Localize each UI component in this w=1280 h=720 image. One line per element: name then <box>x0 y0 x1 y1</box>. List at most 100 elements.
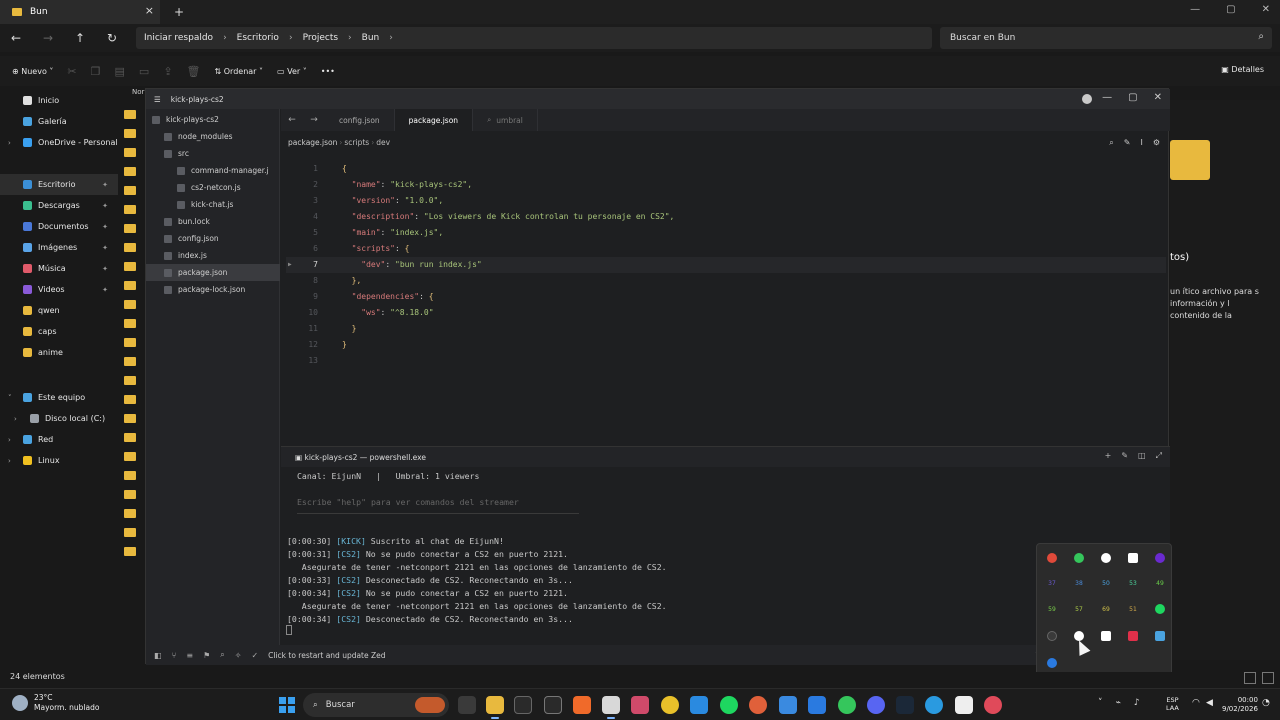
temperature-tray-icon[interactable]: 51 <box>1120 596 1146 622</box>
search-icon[interactable]: ⌕ <box>220 650 224 660</box>
app-icon[interactable] <box>955 696 973 714</box>
breadcrumb-item[interactable]: Projects <box>303 33 338 43</box>
epic-tray-icon[interactable] <box>1093 623 1119 649</box>
temperature-tray-icon[interactable]: 37 <box>1039 570 1065 596</box>
volume-icon[interactable]: ◀ <box>1206 698 1213 708</box>
breadcrumb-item[interactable]: scripts <box>344 138 369 147</box>
code-line[interactable]: 3 "version": "1.0.0", <box>286 193 1166 209</box>
share-icon[interactable]: ⇪ <box>163 65 172 78</box>
code-line[interactable]: 9 "dependencies": { <box>286 289 1166 305</box>
pin-icon[interactable]: ✦ <box>102 223 108 231</box>
language-indicator[interactable]: ESP LAA <box>1166 696 1179 712</box>
chrome-tray-icon[interactable] <box>1039 545 1065 571</box>
maximize-icon[interactable]: ▢ <box>1226 4 1235 15</box>
nav-item-caps[interactable]: caps <box>0 321 118 342</box>
file-explorer-icon[interactable] <box>486 696 504 719</box>
breadcrumb-item[interactable]: package.json <box>288 138 337 147</box>
nav-item-inicio[interactable]: Inicio <box>0 90 118 111</box>
code-line[interactable]: 5 "main": "index.js", <box>286 225 1166 241</box>
new-button[interactable]: ⊕ Nuevo ˅ <box>12 67 53 76</box>
git-icon[interactable]: ⑂ <box>172 651 177 660</box>
temperature-tray-icon[interactable]: 53 <box>1120 570 1146 596</box>
code-line[interactable]: 6 "scripts": { <box>286 241 1166 257</box>
debug-icon[interactable]: ⚑ <box>203 651 210 660</box>
tree-item-file[interactable]: kick-chat.js <box>146 196 280 213</box>
temperature-tray-icon[interactable]: 57 <box>1066 596 1092 622</box>
breadcrumb-item[interactable]: Escritorio <box>237 33 279 43</box>
tree-item-folder[interactable]: src <box>146 145 280 162</box>
spotify-tray-icon[interactable] <box>1147 596 1173 622</box>
tree-item-file-selected[interactable]: package.json <box>146 264 280 281</box>
add-terminal-icon[interactable]: + <box>1105 451 1112 461</box>
settings-icon[interactable]: ⚙ <box>1153 138 1160 148</box>
tree-item-folder[interactable]: node_modules <box>146 128 280 145</box>
terminal-icon[interactable] <box>514 696 532 714</box>
tab-package-json[interactable]: package.json <box>394 109 474 131</box>
tab-config-json[interactable]: config.json <box>325 109 395 131</box>
breadcrumb-item[interactable]: dev <box>376 138 390 147</box>
nav-item-red[interactable]: › Red <box>0 429 118 450</box>
tree-item-file[interactable]: command-manager.j <box>146 162 280 179</box>
up-icon[interactable]: ↑ <box>64 31 96 45</box>
code-line[interactable]: 8 }, <box>286 273 1166 289</box>
code-line[interactable]: 11 } <box>286 321 1166 337</box>
close-tab-icon[interactable]: × <box>145 4 154 17</box>
tiles-view-icon[interactable] <box>1262 672 1274 684</box>
nav-back-icon[interactable]: ← <box>288 115 296 125</box>
steam-icon[interactable] <box>896 696 914 714</box>
project-name[interactable]: kick-plays-cs2 <box>171 95 224 104</box>
tree-item-file[interactable]: config.json <box>146 230 280 247</box>
tree-item-file[interactable]: index.js <box>146 247 280 264</box>
rename-icon[interactable]: ▭ <box>139 65 149 78</box>
run-arrow-icon[interactable]: ▶ <box>288 257 292 273</box>
nav-item-escritorio[interactable]: Escritorio ✦ <box>0 174 118 195</box>
start-button[interactable] <box>279 697 295 713</box>
tab-umbral[interactable]: ⌕ umbral <box>473 109 538 131</box>
close-window-icon[interactable]: ✕ <box>1154 92 1162 103</box>
app-icon[interactable] <box>925 696 943 714</box>
temperature-tray-icon[interactable]: 38 <box>1066 570 1092 596</box>
spotify-icon[interactable] <box>720 696 738 714</box>
code-line[interactable]: 13 <box>286 353 1166 369</box>
extensions-icon[interactable]: ✧ <box>235 651 242 660</box>
pin-icon[interactable]: ✦ <box>102 181 108 189</box>
more-icon[interactable]: ••• <box>321 67 335 76</box>
pin-icon[interactable]: ✦ <box>102 244 108 252</box>
nav-item-onedrive[interactable]: › OneDrive - Personal <box>0 132 118 153</box>
split-icon[interactable]: ◫ <box>1138 451 1146 461</box>
nav-item-documentos[interactable]: Documentos ✦ <box>0 216 118 237</box>
chrome-icon[interactable] <box>661 696 679 714</box>
app-tray-icon[interactable] <box>1147 623 1173 649</box>
breadcrumb-item[interactable]: Iniciar respaldo <box>144 33 213 43</box>
app-tray-icon[interactable] <box>1147 545 1173 571</box>
nav-item-linux[interactable]: › Linux <box>0 450 118 471</box>
assist-icon[interactable]: ✎ <box>1124 138 1131 148</box>
assist-icon[interactable]: ✎ <box>1121 451 1128 461</box>
check-icon[interactable]: ✓ <box>251 651 258 660</box>
update-status[interactable]: Click to restart and update Zed <box>268 651 385 660</box>
explorer-search-input[interactable]: Buscar en Bun ⌕ <box>940 27 1272 49</box>
nav-item-qwen[interactable]: qwen <box>0 300 118 321</box>
app-tray-icon[interactable] <box>1093 545 1119 571</box>
code-line[interactable]: 4 "description": "Los viewers de Kick co… <box>286 209 1166 225</box>
maximize-icon[interactable]: ▢ <box>1128 92 1137 103</box>
nav-item-descargas[interactable]: Descargas ✦ <box>0 195 118 216</box>
column-header-name[interactable]: Nor <box>132 88 144 96</box>
app-tray-icon[interactable] <box>1039 623 1065 649</box>
app-icon[interactable] <box>631 696 649 714</box>
forward-icon[interactable]: → <box>32 31 64 45</box>
nav-item-musica[interactable]: Música ✦ <box>0 258 118 279</box>
app-icon[interactable] <box>984 696 1002 714</box>
nav-item-anime[interactable]: anime <box>0 342 118 363</box>
tree-item-file[interactable]: bun.lock <box>146 213 280 230</box>
microphone-icon[interactable]: ♪ <box>1134 698 1140 708</box>
explorer-tab[interactable]: Bun × <box>0 0 160 24</box>
whatsapp-tray-icon[interactable] <box>1066 545 1092 571</box>
details-view-icon[interactable] <box>1244 672 1256 684</box>
code-line[interactable]: 10 "ws": "^8.18.0" <box>286 305 1166 321</box>
new-tab-icon[interactable]: + <box>174 5 184 19</box>
network-icon[interactable]: ⌁ <box>1116 698 1121 708</box>
nav-item-galeria[interactable]: Galería <box>0 111 118 132</box>
view-button[interactable]: ▭ Ver ˅ <box>277 67 307 76</box>
notification-icon[interactable]: ◔ <box>1262 698 1270 708</box>
